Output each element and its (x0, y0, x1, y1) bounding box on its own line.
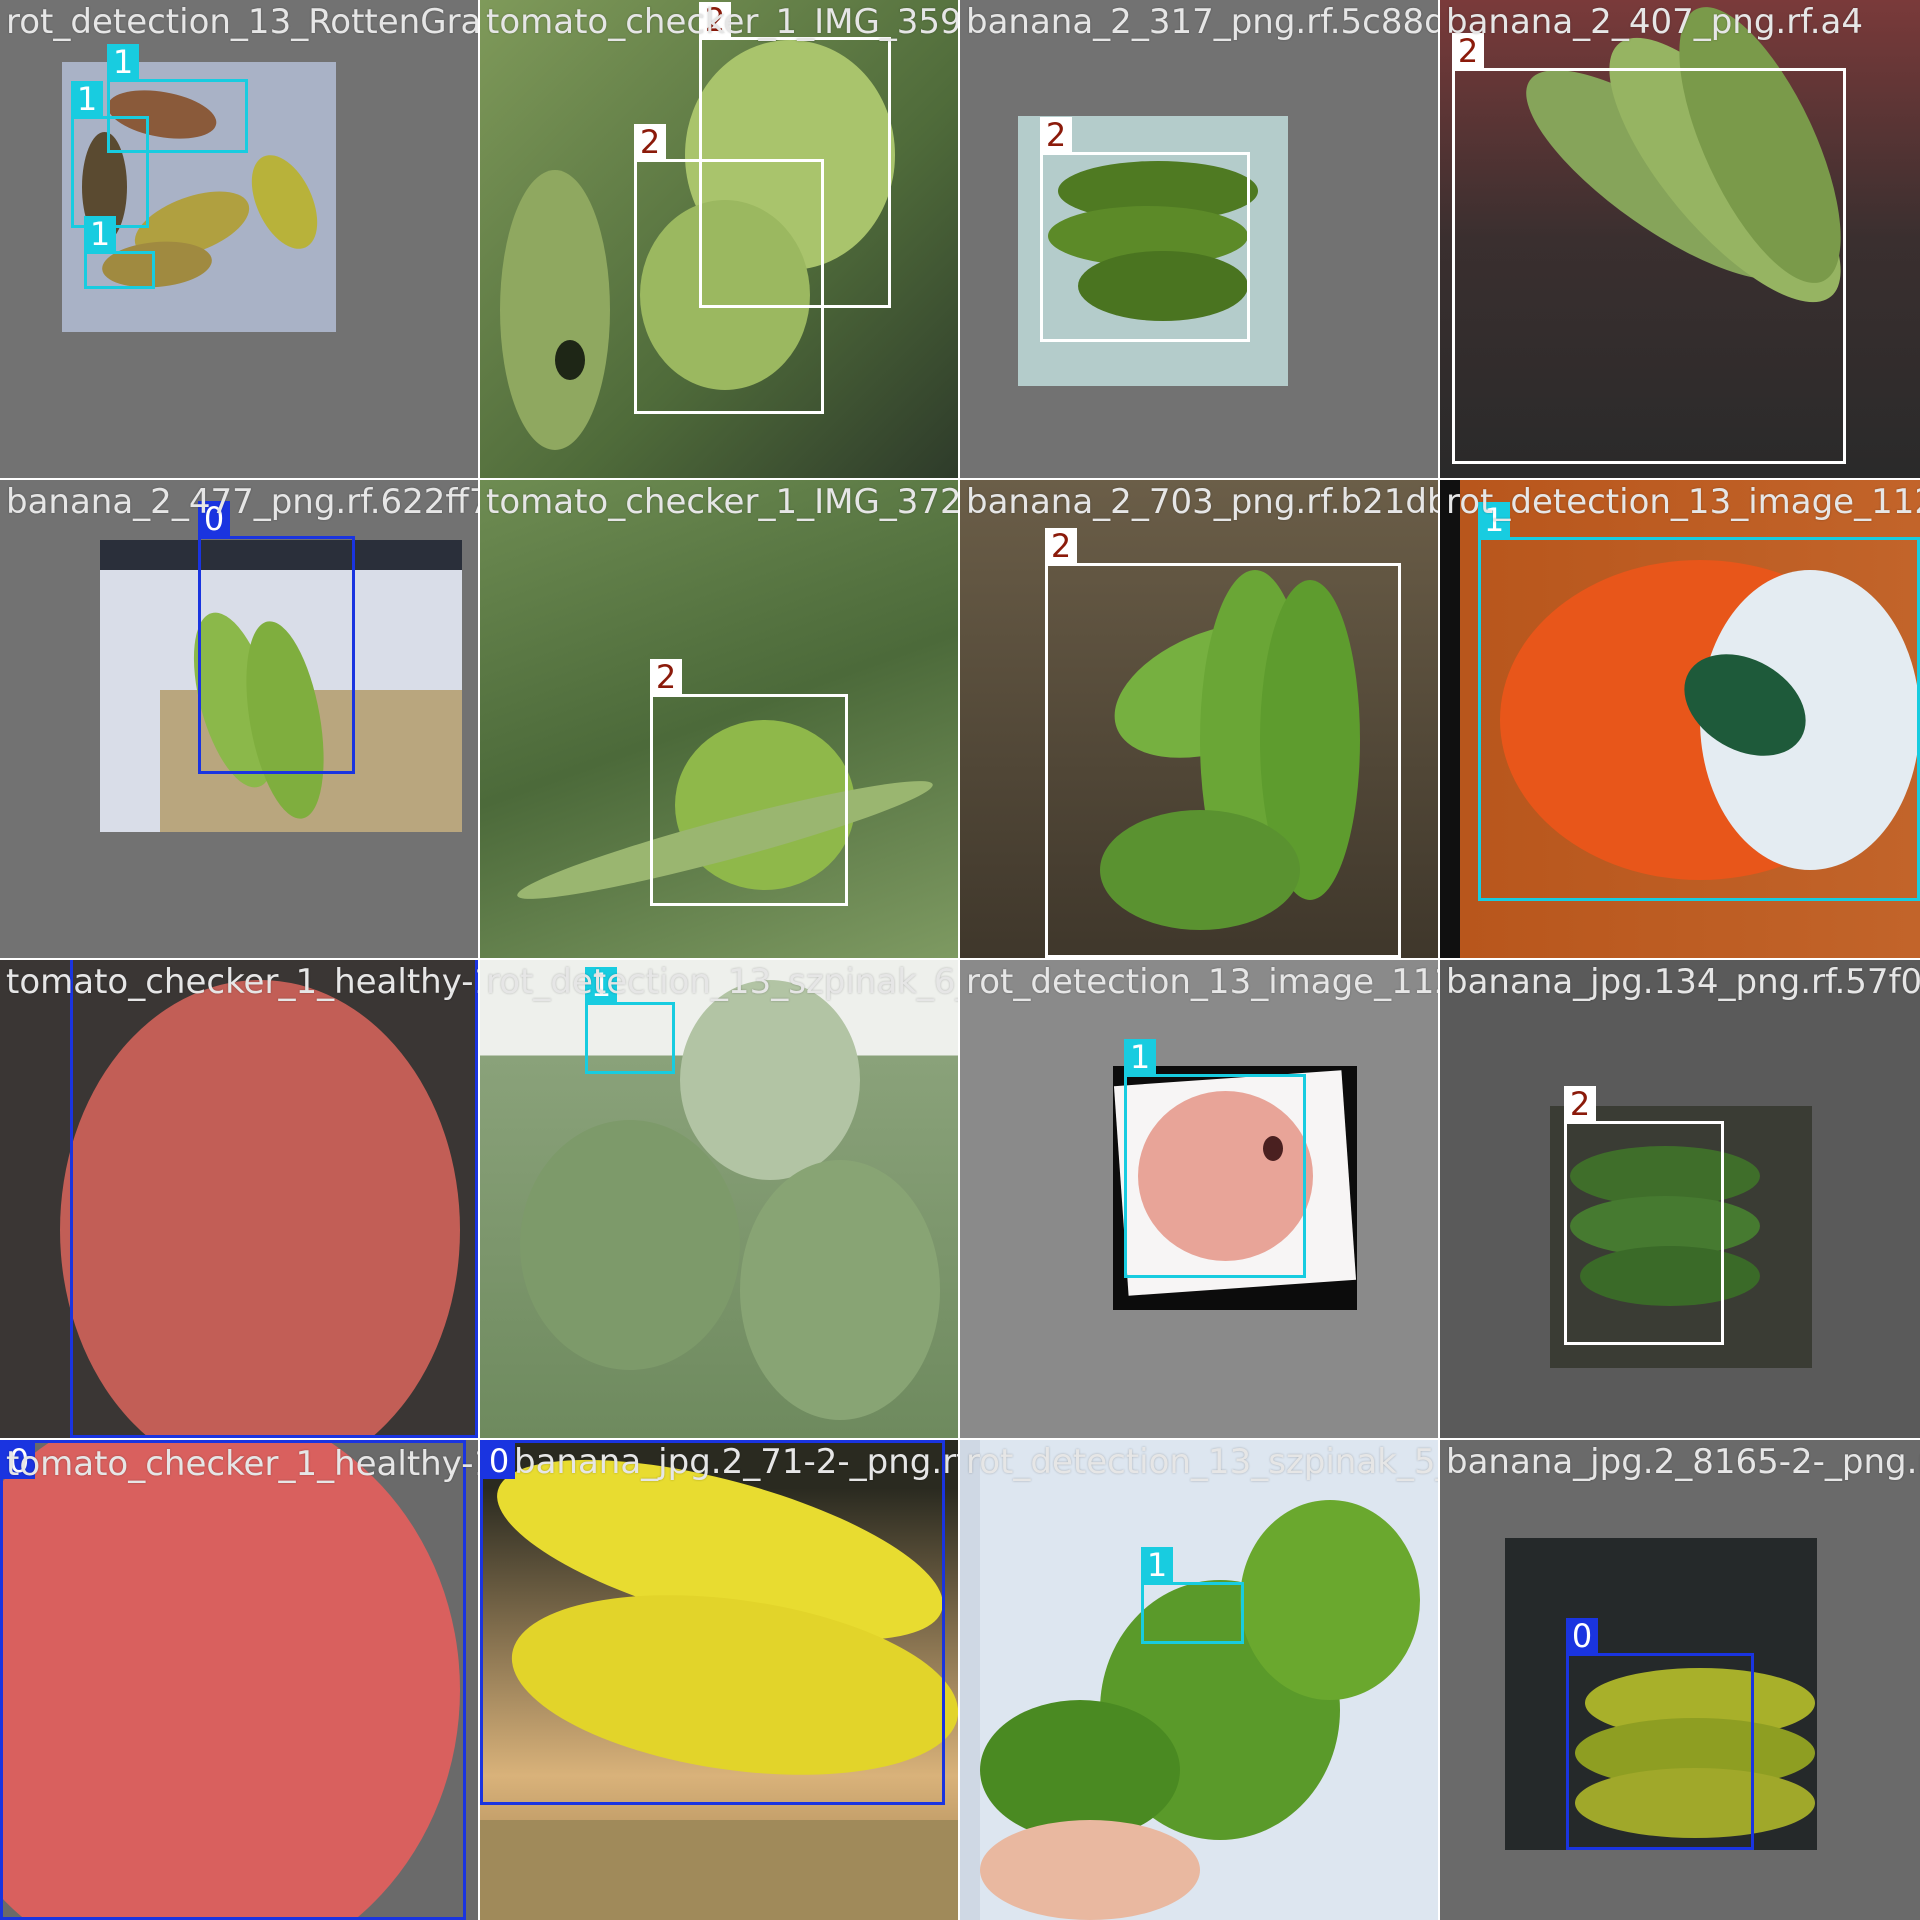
tile-1: 2 2 tomato_checker_1_IMG_3594_JPG_jpg.rf… (480, 0, 958, 478)
image-filename: banana_2_407_png.rf.a4 (1446, 2, 1863, 42)
class-label: 1 (107, 44, 139, 80)
bbox: 1 (1478, 502, 1920, 901)
tile-7: 1 rot_detection_13_image_112 (1440, 480, 1920, 958)
class-label: 2 (1564, 1086, 1596, 1122)
class-label: 2 (1045, 528, 1077, 564)
image-filename: rot_detection_13_szpinak_5_0038_jpg.rf (966, 1442, 1438, 1482)
tile-6: 2 banana_2_703_png.rf.b21db7deb6ab6364 (960, 480, 1438, 958)
image-filename: banana_2_317_png.rf.5c88d395d62 (966, 2, 1438, 42)
image-filename: rot_detection_13_szpinak_6_0524_jpg.rf (486, 962, 958, 1002)
bbox: 1 (71, 81, 149, 228)
class-label: 1 (84, 216, 116, 252)
class-label: 1 (1141, 1547, 1173, 1583)
tile-9: 1 rot_detection_13_szpinak_6_0524_jpg.rf (480, 960, 958, 1438)
bbox: 2 (634, 124, 824, 414)
bbox: 1 (1141, 1547, 1244, 1644)
image-filename: rot_detection_13_image_112 (1446, 482, 1920, 522)
mosaic-grid: 1 1 1 rot_detection_13_RottenGrape_78e_j… (0, 0, 1920, 1920)
class-label: 0 (1566, 1618, 1598, 1654)
image-filename: rot_detection_13_RottenGrape_78e_jpg (6, 2, 478, 42)
tile-11: 2 banana_jpg.134_png.rf.57f01 (1440, 960, 1920, 1438)
tile-13: 0 banana_jpg.2_71-2-_png.rf.ded4ea5fe3ee… (480, 1440, 958, 1920)
image-filename: rot_detection_13_image_1122_jpg.rf (966, 962, 1438, 1002)
image-filename: banana_2_477_png.rf.622ff79a1ab38f3f42 (6, 482, 478, 522)
class-label: 1 (71, 81, 103, 117)
bbox: 2 (1045, 528, 1401, 958)
image-filename: banana_jpg.2_71-2-_png.rf.ded4ea5fe3ee87… (514, 1442, 958, 1482)
tile-14: 1 rot_detection_13_szpinak_5_0038_jpg.rf (960, 1440, 1438, 1920)
class-label: 2 (1040, 117, 1072, 153)
bbox: 2 (650, 659, 848, 906)
bbox: 0 (480, 1440, 945, 1805)
bbox: 0 (1566, 1618, 1754, 1850)
image-filename: tomato_checker_1_healthy-1066 (6, 962, 478, 1002)
tile-10: 1 rot_detection_13_image_1122_jpg.rf (960, 960, 1438, 1438)
tile-0: 1 1 1 rot_detection_13_RottenGrape_78e_j… (0, 0, 478, 478)
bbox: 2 (1040, 117, 1250, 342)
tile-4: 0 banana_2_477_png.rf.622ff79a1ab38f3f42 (0, 480, 478, 958)
class-label: 2 (634, 124, 666, 160)
image-filename: tomato_checker_1_healthy-128 (6, 1444, 478, 1484)
bbox: 2 (1452, 33, 1846, 464)
tile-3: 2 banana_2_407_png.rf.a4 (1440, 0, 1920, 478)
tile-15: 0 banana_jpg.2_8165-2-_png.rf.8 (1440, 1440, 1920, 1920)
photo-spinach (480, 960, 958, 1438)
tile-5: 2 tomato_checker_1_IMG_3729_JPG_jpg.rf (480, 480, 958, 958)
bbox: 0 (198, 501, 355, 774)
bbox: 1 (585, 967, 675, 1074)
bbox: 0 (70, 960, 478, 1438)
class-label: 0 (483, 1443, 515, 1479)
bbox: 2 (1564, 1086, 1724, 1345)
image-filename: banana_2_703_png.rf.b21db7deb6ab6364 (966, 482, 1438, 522)
image-filename: banana_jpg.2_8165-2-_png.rf.8 (1446, 1442, 1920, 1482)
bbox: 1 (84, 216, 155, 289)
tile-2: 2 banana_2_317_png.rf.5c88d395d62 (960, 0, 1438, 478)
image-filename: banana_jpg.134_png.rf.57f01 (1446, 962, 1920, 1002)
bbox: 1 (1124, 1039, 1306, 1278)
class-label: 2 (650, 659, 682, 695)
class-label: 1 (1124, 1039, 1156, 1075)
image-filename: tomato_checker_1_IMG_3729_JPG_jpg.rf (486, 482, 958, 522)
bbox: 0 (0, 1440, 466, 1920)
photo-fresh-spinach (980, 1440, 1438, 1920)
tile-8: 0 tomato_checker_1_healthy-1066 (0, 960, 478, 1438)
image-filename: tomato_checker_1_IMG_3594_JPG_jpg.rf.5c8… (486, 2, 958, 42)
tile-12: 0 tomato_checker_1_healthy-128 (0, 1440, 478, 1920)
